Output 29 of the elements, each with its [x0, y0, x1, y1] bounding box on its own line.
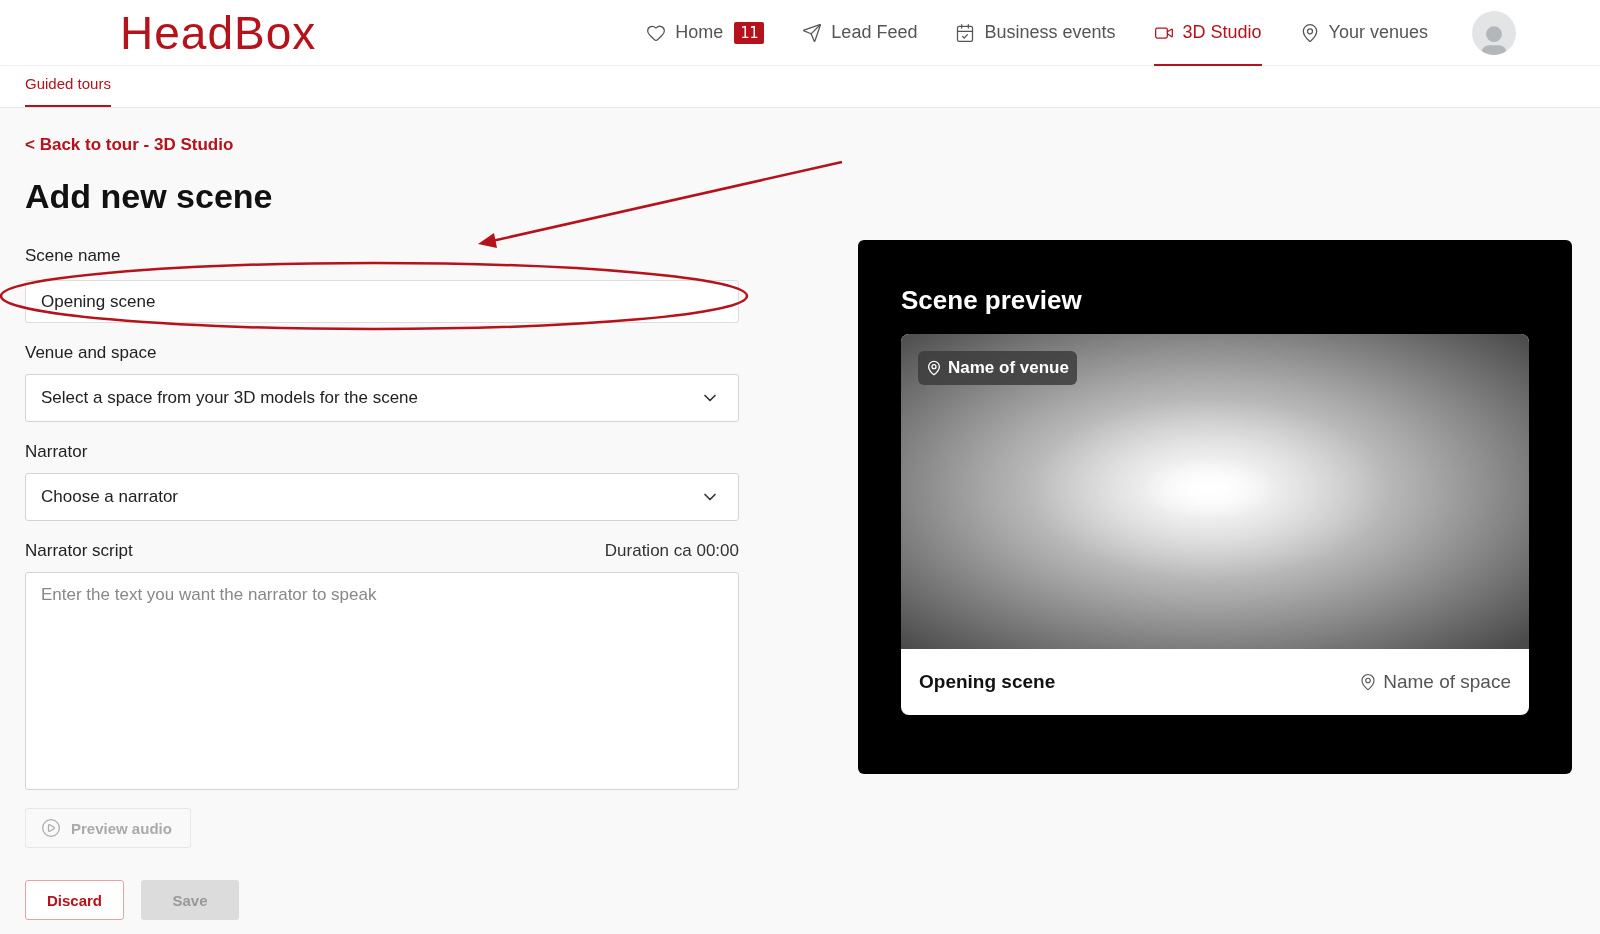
duration-text: Duration ca 00:00 [604, 541, 739, 561]
nav-link[interactable]: Lead Feed [802, 0, 918, 66]
send-icon [802, 22, 823, 43]
venue-tag: Name of venue [918, 351, 1077, 385]
field-label: Scene name [25, 246, 121, 266]
count-badge: 11 [734, 21, 765, 44]
dropdown[interactable]: Select a space from your 3D models for the scene [25, 374, 739, 422]
nav-link[interactable]: Home 11 [646, 0, 765, 66]
field-label: Narrator script [25, 541, 133, 561]
map-pin-icon [1359, 673, 1378, 691]
dropdown[interactable]: Choose a narrator [25, 473, 739, 521]
calendar-icon [955, 22, 976, 43]
field-label: Narrator [25, 442, 88, 462]
sub-tab[interactable]: Guided tours [25, 66, 111, 107]
nav-link[interactable]: Your venues [1299, 0, 1428, 66]
script-field[interactable]: Enter the text you want the narrator to speak [25, 572, 739, 790]
avatar[interactable] [1472, 10, 1516, 55]
logo[interactable]: HeadBox [120, 9, 317, 56]
page-title: Add new scene [25, 177, 274, 216]
text-field[interactable]: Opening scene [25, 280, 739, 323]
map-pin-icon [926, 360, 942, 376]
nav-link[interactable]: Business events [955, 0, 1116, 66]
play-icon [41, 818, 61, 838]
field-label: Venue and space [25, 343, 157, 363]
preview-title: Scene preview [901, 285, 1083, 316]
space-name: Name of space [1359, 671, 1511, 693]
discard-button[interactable]: Discard [25, 880, 124, 920]
scene-name: Opening scene [919, 671, 1056, 693]
back-link[interactable]: < Back to tour - 3D Studio [25, 135, 234, 155]
